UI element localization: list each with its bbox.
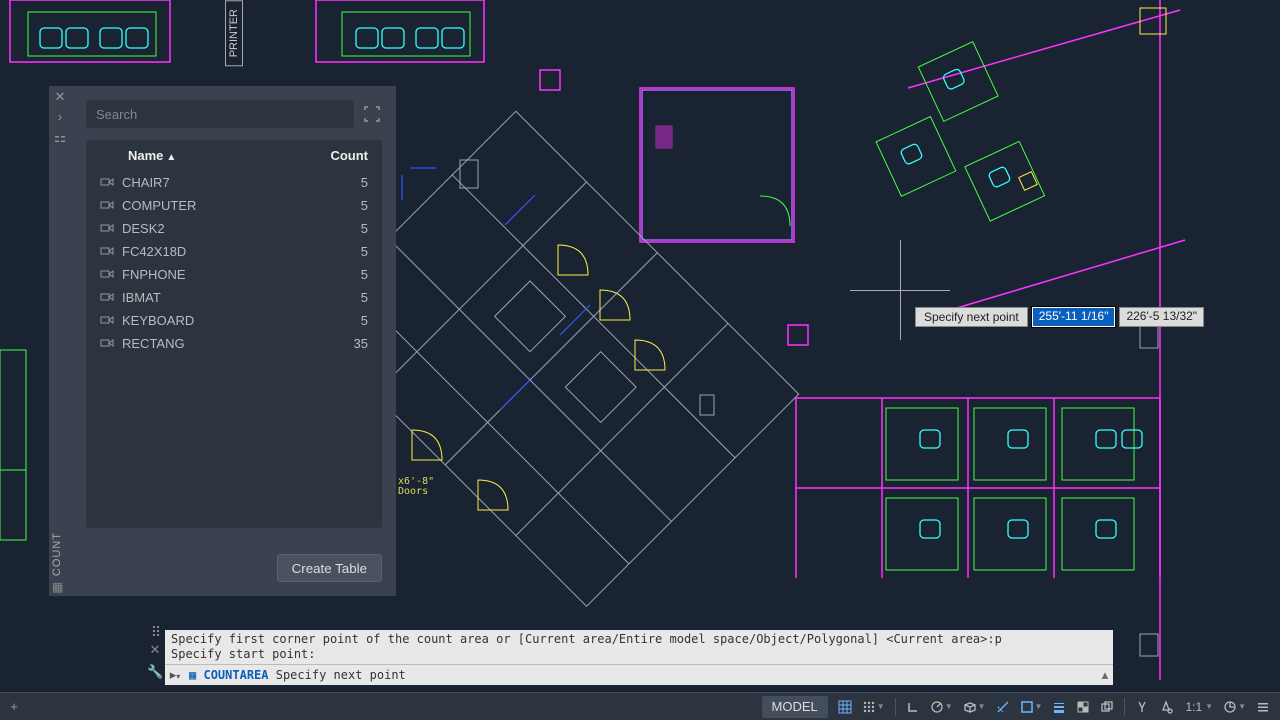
- block-icon: [100, 291, 114, 305]
- grid-display-icon[interactable]: [834, 696, 856, 718]
- search-input[interactable]: [86, 100, 354, 128]
- polar-tracking-icon[interactable]: ▼: [926, 696, 957, 718]
- create-table-button[interactable]: Create Table: [277, 554, 382, 582]
- block-icon: [100, 268, 114, 282]
- transparency-icon[interactable]: [1072, 696, 1094, 718]
- block-icon: [100, 222, 114, 236]
- block-count: 5: [298, 244, 368, 259]
- block-name: KEYBOARD: [122, 313, 194, 328]
- snap-mode-icon[interactable]: ▼: [858, 696, 889, 718]
- block-icon: [100, 176, 114, 190]
- statusbar-plus-icon[interactable]: +: [4, 697, 24, 717]
- block-count: 35: [298, 336, 368, 351]
- palette-title: COUNT: [51, 532, 63, 576]
- autoscale-icon[interactable]: [1155, 696, 1177, 718]
- count-palette: ✕ › ⚏ COUNT ▦ Name▲ Count CHAIR75COMPUTE…: [50, 86, 396, 596]
- block-icon: [100, 337, 114, 351]
- dyn-x-field[interactable]: 255'-11 1/16": [1032, 307, 1116, 327]
- command-line: ⠿ ✕ 🔧 Specify first corner point of the …: [165, 630, 1113, 685]
- dynamic-input: Specify next point 255'-11 1/16" 226'-5 …: [915, 307, 1204, 327]
- block-icon: [100, 314, 114, 328]
- ortho-restrict-icon[interactable]: [902, 696, 924, 718]
- customization-icon[interactable]: [1252, 696, 1274, 718]
- svg-text:Doors: Doors: [398, 486, 428, 497]
- history-line: Specify start point:: [171, 647, 1107, 662]
- table-row[interactable]: FNPHONE 5: [86, 263, 382, 286]
- block-name: IBMAT: [122, 290, 161, 305]
- selection-area-icon[interactable]: [362, 104, 382, 124]
- block-name: COMPUTER: [122, 198, 196, 213]
- table-row[interactable]: KEYBOARD 5: [86, 309, 382, 332]
- table-row[interactable]: FC42X18D 5: [86, 240, 382, 263]
- command-input[interactable]: ▦ COUNTAREA Specify next point: [185, 665, 1097, 685]
- block-count: 5: [298, 175, 368, 190]
- command-history: Specify first corner point of the count …: [165, 630, 1113, 664]
- table-row[interactable]: CHAIR7 5: [86, 171, 382, 194]
- count-table: Name▲ Count CHAIR75COMPUTER5DESK25FC42X1…: [86, 140, 382, 528]
- table-row[interactable]: IBMAT 5: [86, 286, 382, 309]
- block-icon: [100, 245, 114, 259]
- dyn-y-field[interactable]: 226'-5 13/32": [1119, 307, 1204, 327]
- block-count: 5: [298, 290, 368, 305]
- selection-cycling-icon[interactable]: [1096, 696, 1118, 718]
- annotation-scale-button[interactable]: 1:1 ▼: [1179, 696, 1217, 718]
- table-row[interactable]: COMPUTER 5: [86, 194, 382, 217]
- block-name: DESK2: [122, 221, 165, 236]
- close-icon[interactable]: ✕: [51, 88, 69, 106]
- block-name: FNPHONE: [122, 267, 186, 282]
- cmdline-expand-icon[interactable]: ▴: [1097, 667, 1113, 683]
- annotation-visibility-icon[interactable]: [1131, 696, 1153, 718]
- history-line: Specify first corner point of the count …: [171, 632, 1107, 647]
- workspace-switching-icon[interactable]: ▼: [1219, 696, 1250, 718]
- printer-block-label: PRINTER: [225, 0, 243, 66]
- block-name: CHAIR7: [122, 175, 170, 190]
- object-snap-tracking-icon[interactable]: [992, 696, 1014, 718]
- block-icon: [100, 199, 114, 213]
- palette-footer-icon[interactable]: ▦: [52, 580, 63, 594]
- table-row[interactable]: DESK2 5: [86, 217, 382, 240]
- cmdline-grip-icon[interactable]: ⠿: [147, 624, 163, 640]
- count-column-header[interactable]: Count: [298, 148, 368, 163]
- block-count: 5: [298, 198, 368, 213]
- table-row[interactable]: RECTANG 35: [86, 332, 382, 355]
- block-count: 5: [298, 221, 368, 236]
- model-space-button[interactable]: MODEL: [762, 696, 828, 718]
- menu-icon[interactable]: ⚏: [51, 128, 69, 146]
- autohide-icon[interactable]: ›: [51, 108, 69, 126]
- block-name: FC42X18D: [122, 244, 186, 259]
- block-name: RECTANG: [122, 336, 185, 351]
- cmdline-customize-icon[interactable]: 🔧: [147, 664, 163, 680]
- lineweight-icon[interactable]: [1048, 696, 1070, 718]
- status-bar: + MODEL ▼ ▼ ▼ ▼: [0, 692, 1280, 720]
- object-snap-2d-icon[interactable]: ▼: [1016, 696, 1047, 718]
- name-column-header[interactable]: Name▲: [100, 148, 298, 163]
- isometric-draft-icon[interactable]: ▼: [959, 696, 990, 718]
- block-count: 5: [298, 313, 368, 328]
- dyn-prompt: Specify next point: [915, 307, 1028, 327]
- block-count: 5: [298, 267, 368, 282]
- cmdline-close-icon[interactable]: ✕: [147, 642, 163, 658]
- cmdline-menu-icon[interactable]: ▸▾: [165, 665, 185, 685]
